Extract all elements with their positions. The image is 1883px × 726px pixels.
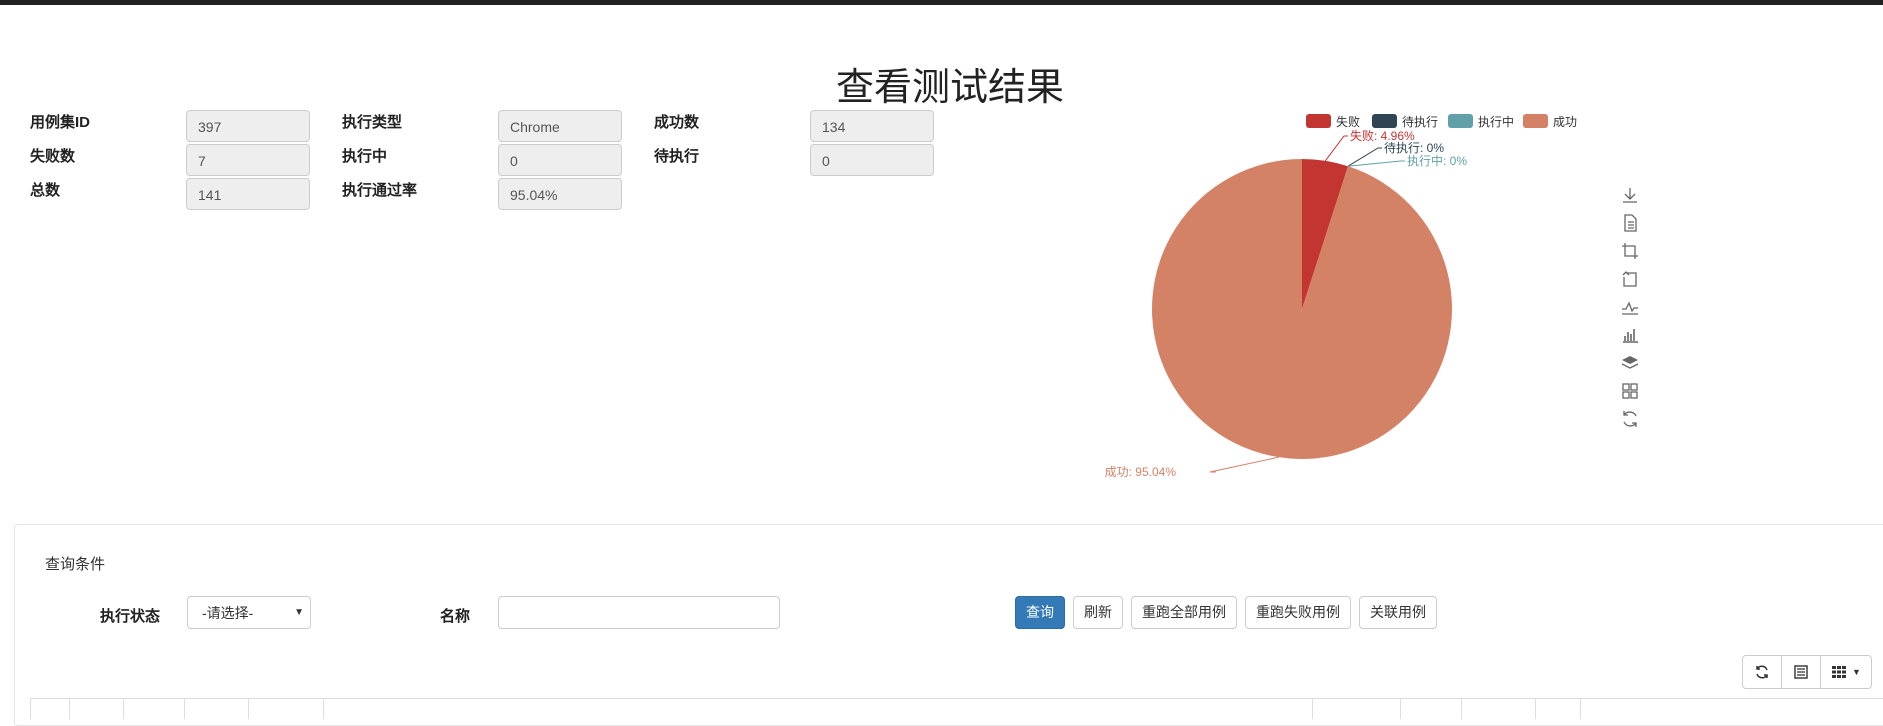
running-count-label: 执行中 [342,148,388,165]
running-count-field: 0 [498,144,622,176]
caret-down-icon: ▼ [294,607,304,618]
rerun-all-button[interactable]: 重跑全部用例 [1131,596,1237,629]
label-line-3 [1209,456,1279,473]
result-table-header [30,698,1883,719]
slice-label-1: 待执行: 0% [1384,141,1444,155]
legend-item-3[interactable]: 成功 [1523,114,1577,129]
pass-rate-label: 执行通过率 [342,182,418,199]
status-select[interactable]: -请选择- ▼ [187,596,311,629]
exec-type-label: 执行类型 [342,114,403,131]
list-icon [1794,665,1808,679]
tiled-icon[interactable] [1620,381,1640,401]
pending-count-field: 0 [810,144,934,176]
legend-item-2[interactable]: 执行中 [1448,114,1514,129]
table-toggle-view-button[interactable] [1781,655,1821,689]
pie-slice-3[interactable] [1152,159,1452,459]
status-selected-value: -请选择- [202,605,254,621]
table-refresh-button[interactable] [1742,655,1782,689]
legend-label: 执行中 [1478,114,1514,129]
legend-item-0[interactable]: 失败 [1306,114,1360,129]
slice-label-3: 成功: 95.04% [1105,465,1177,479]
suite-id-field: 397 [186,110,310,142]
query-panel-title: 查询条件 [45,556,106,573]
legend-swatch [1523,114,1548,128]
suite-id-label: 用例集ID [30,114,91,131]
name-input[interactable] [498,596,780,629]
failed-count-field: 7 [186,144,310,176]
failed-count-label: 失败数 [30,148,76,165]
page-title: 查看测试结果 [835,65,1064,109]
zoom-reset-icon[interactable] [1620,269,1640,289]
legend-swatch [1448,114,1473,128]
legend-label: 待执行 [1402,115,1438,129]
label-line-0 [1324,135,1348,162]
exec-type-field: Chrome [498,110,622,142]
rerun-failed-button[interactable]: 重跑失败用例 [1245,596,1351,629]
success-count-field: 134 [810,110,934,142]
data-view-icon[interactable] [1620,213,1640,233]
success-count-label: 成功数 [654,114,700,131]
table-columns-button[interactable]: ▼ [1820,655,1872,689]
status-label: 执行状态 [100,608,161,625]
line-chart-icon[interactable] [1620,297,1640,317]
restore-icon[interactable] [1620,409,1640,429]
link-cases-button[interactable]: 关联用例 [1359,596,1437,629]
search-button[interactable]: 查询 [1015,596,1065,629]
pass-rate-field: 95.04% [498,178,622,210]
download-icon[interactable] [1620,185,1640,205]
name-label: 名称 [440,608,471,625]
total-count-field: 141 [186,178,310,210]
legend-swatch [1306,114,1331,128]
total-count-label: 总数 [30,182,61,199]
zoom-icon[interactable] [1620,241,1640,261]
chart-toolbox [1620,185,1642,437]
caret-down-icon: ▼ [1852,667,1861,677]
legend-label: 成功 [1553,115,1577,129]
refresh-icon [1756,665,1768,679]
label-line-2 [1347,160,1405,167]
result-pie-chart: 失败 待执行 执行中 成功失败: 4.96%待执行: 0%执行中: 0%成功: 95.… [1105,114,1577,479]
top-bar [0,0,1883,5]
slice-label-2: 执行中: 0% [1407,153,1467,168]
stack-icon[interactable] [1620,353,1640,373]
pending-count-label: 待执行 [654,148,700,165]
legend-swatch [1372,114,1397,128]
legend-item-1[interactable]: 待执行 [1372,114,1438,129]
columns-icon [1832,666,1847,678]
bar-chart-icon[interactable] [1620,325,1640,345]
refresh-button[interactable]: 刷新 [1073,596,1123,629]
legend-label: 失败 [1336,114,1360,129]
